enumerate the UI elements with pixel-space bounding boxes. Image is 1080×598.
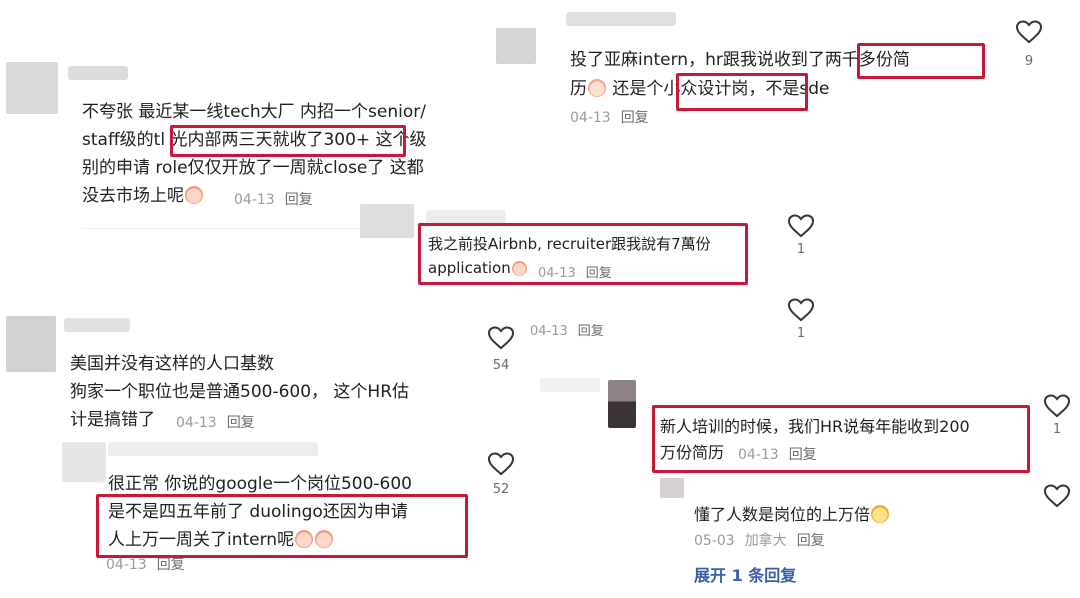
comment-7: 新人培训的时候，我们HR说每年能收到200 万份简历 04-13 回复 1 [540, 368, 1080, 478]
heart-icon[interactable] [1044, 394, 1070, 418]
highlight-box [96, 494, 468, 558]
username-blurred[interactable] [566, 12, 676, 26]
comment-text: 懂了人数是岗位的上万倍 [694, 505, 871, 524]
comment-line: 美国并没有这样的人口基数 [70, 354, 274, 374]
avatar[interactable] [62, 442, 106, 482]
reply-button[interactable]: 回复 [157, 557, 185, 573]
username-blurred[interactable] [68, 66, 128, 80]
like-count: 1 [1052, 422, 1062, 437]
heart-icon[interactable] [488, 452, 514, 476]
reply-button[interactable]: 回复 [285, 192, 313, 208]
comment-2: 投了亚麻intern，hr跟我说收到了两千多份简 历 还是个小众设计岗，不是sd… [488, 6, 1080, 186]
heart-icon[interactable] [488, 326, 514, 350]
comment-meta: 04-13 回复 [176, 412, 265, 432]
comment-8: 懂了人数是岗位的上万倍 05-03 加拿大 回复 展开 1 条回复 [660, 478, 1080, 598]
smile-emoji-icon [588, 79, 606, 97]
avatar[interactable] [660, 478, 684, 498]
comment-date: 04-13 [106, 557, 147, 573]
comment-line: 没去市场上呢 [82, 184, 204, 209]
avatar[interactable] [608, 380, 636, 428]
heart-icon[interactable] [1044, 484, 1070, 508]
comment-line: 别的申请 role仅仅开放了一周就close了 这都 [82, 158, 424, 178]
comment-text: application [428, 259, 511, 277]
comment-4: 04-13 回复 1 [530, 296, 830, 346]
like-count: 9 [1024, 54, 1034, 69]
username-blurred[interactable] [108, 442, 318, 456]
comment-line: application [428, 258, 528, 278]
comment-text: 没去市场上呢 [82, 186, 184, 206]
comment-line: 新人培训的时候，我们HR说每年能收到200 [660, 417, 970, 436]
like-count: 54 [492, 358, 510, 373]
thinking-emoji-icon [871, 505, 890, 523]
comment-date: 04-13 [234, 192, 275, 208]
comment-date: 04-13 [570, 110, 611, 126]
expand-replies-link[interactable]: 展开 1 条回复 [694, 562, 796, 586]
comment-meta: 04-13 回复 [538, 262, 622, 281]
highlight-box [676, 73, 808, 111]
crying-emoji-icon [511, 261, 527, 276]
highlight-box [170, 125, 406, 157]
heart-icon[interactable] [788, 214, 814, 238]
username-blurred[interactable] [540, 378, 600, 392]
reply-button[interactable]: 回复 [789, 447, 817, 463]
comment-meta: 04-13 回复 [738, 444, 827, 464]
comment-date: 05-03 [694, 533, 735, 549]
comment-line: 懂了人数是岗位的上万倍 [694, 502, 890, 527]
crying-emoji-icon [185, 186, 203, 204]
comment-meta: 04-13 回复 [530, 320, 614, 339]
avatar[interactable] [6, 62, 58, 114]
avatar[interactable] [6, 316, 56, 372]
comment-5: 美国并没有这样的人口基数 狗家一个职位也是普通500-600， 这个HR估 计是… [0, 312, 525, 440]
highlight-box [857, 43, 985, 79]
comment-line: 万份简历 [660, 443, 725, 462]
comment-line: 狗家一个职位也是普通500-600， 这个HR估 [70, 382, 410, 402]
comment-text: 历 [570, 79, 587, 99]
reply-button[interactable]: 回复 [586, 266, 612, 281]
heart-icon[interactable] [1016, 20, 1042, 44]
comment-meta: 04-13 回复 [234, 189, 323, 209]
username-blurred[interactable] [426, 210, 506, 224]
heart-icon[interactable] [788, 298, 814, 322]
comment-date: 04-13 [530, 324, 568, 339]
comment-meta: 04-13 回复 [570, 107, 659, 127]
avatar[interactable] [360, 204, 414, 238]
reply-button[interactable]: 回复 [621, 110, 649, 126]
comment-meta: 05-03 加拿大 回复 [694, 530, 835, 550]
comment-date: 04-13 [176, 415, 217, 431]
reply-button[interactable]: 回复 [578, 324, 604, 339]
comment-6: 很正常 你说的google一个岗位500-600 是不是四五年前了 duolin… [56, 440, 526, 598]
comment-line: 不夸张 最近某一线tech大厂 内招一个senior/ [82, 102, 426, 122]
like-count: 1 [796, 242, 806, 257]
username-blurred[interactable] [64, 318, 130, 332]
avatar[interactable] [496, 28, 536, 64]
like-count: 1 [796, 326, 806, 341]
comment-location: 加拿大 [744, 533, 787, 549]
comment-line: 我之前投Airbnb, recruiter跟我說有7萬份 [428, 235, 711, 253]
reply-button[interactable]: 回复 [227, 415, 255, 431]
comment-date: 04-13 [538, 266, 576, 281]
like-count: 52 [492, 482, 510, 497]
reply-button[interactable]: 回复 [797, 533, 825, 549]
comment-3: 我之前投Airbnb, recruiter跟我說有7萬份 application… [360, 196, 830, 296]
comment-line: 计是搞错了 [70, 410, 155, 430]
comment-date: 04-13 [738, 447, 779, 463]
